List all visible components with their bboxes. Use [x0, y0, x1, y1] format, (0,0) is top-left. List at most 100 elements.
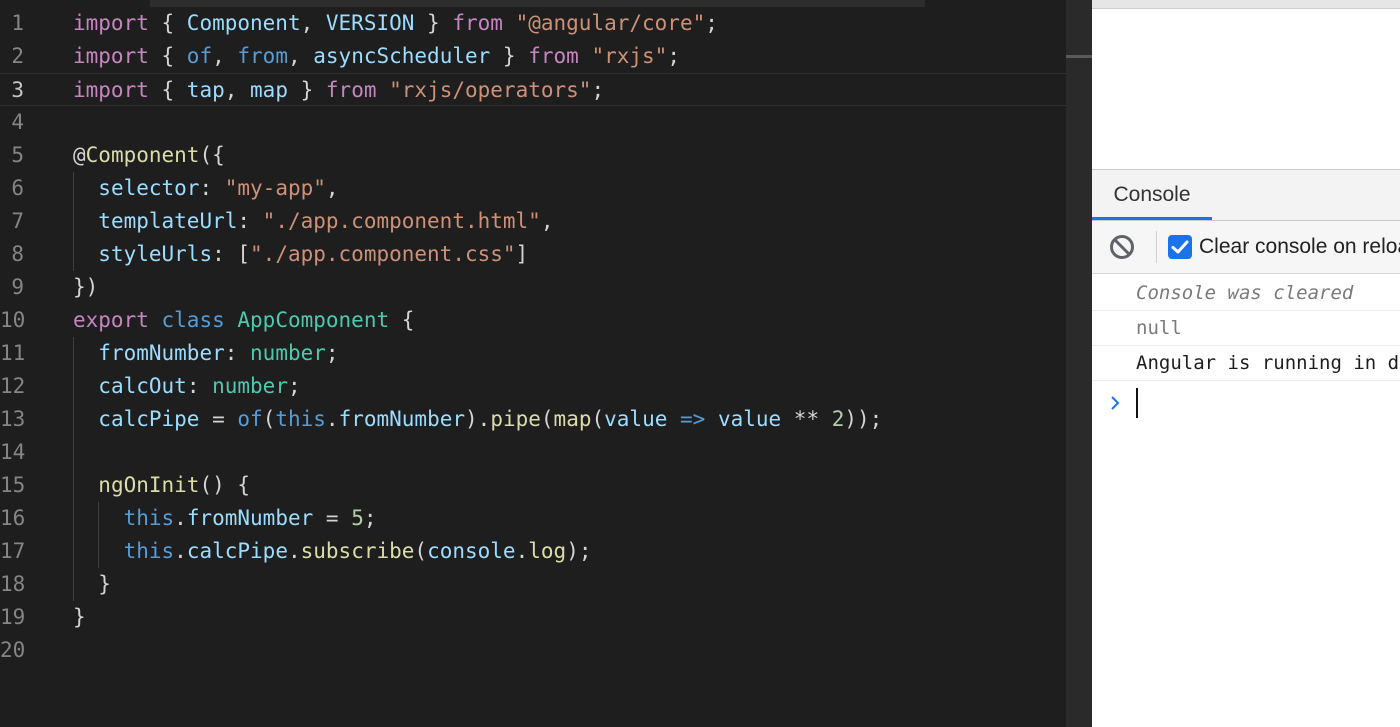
- code-token: "rxjs": [591, 44, 668, 68]
- code-line[interactable]: 14: [0, 436, 1066, 469]
- code-token: :: [224, 341, 251, 365]
- code-token: fromNumber: [186, 506, 314, 530]
- code-text: calcOut: number;: [73, 370, 300, 403]
- devtools-tab-bar: Console: [1092, 169, 1400, 221]
- code-line[interactable]: 18 }: [0, 568, 1066, 601]
- indent-guide: [73, 337, 74, 601]
- code-line[interactable]: 19}: [0, 601, 1066, 634]
- code-token: .: [287, 539, 301, 563]
- code-line[interactable]: 5 @Component({: [0, 139, 1066, 172]
- code-token: () {: [199, 473, 251, 497]
- code-token: "./app.component.css": [250, 242, 516, 266]
- line-number: 17: [0, 539, 26, 563]
- code-token: (: [262, 407, 276, 431]
- code-token: =: [199, 407, 238, 431]
- console-prompt: [1106, 388, 1126, 418]
- code-line[interactable]: 2 import { of, from, asyncScheduler } fro…: [0, 40, 1066, 73]
- code-token: :: [186, 374, 213, 398]
- code-line[interactable]: 7 templateUrl: "./app.component.html",: [0, 205, 1066, 238]
- code-token: this: [123, 506, 175, 530]
- code-token: ;: [363, 506, 377, 530]
- code-token: fromNumber: [98, 341, 225, 365]
- code-line[interactable]: 9}): [0, 271, 1066, 304]
- console-message-angular: Angular is running in development mode. …: [1092, 346, 1400, 381]
- code-line[interactable]: 6 selector: "my-app",: [0, 172, 1066, 205]
- code-token: **: [781, 407, 832, 431]
- devtools-top-strip: [1092, 0, 1400, 9]
- code-line[interactable]: 11 fromNumber: number;: [0, 337, 1066, 370]
- code-token: Component: [186, 11, 301, 35]
- code-token: (: [540, 407, 554, 431]
- line-number: 20: [0, 638, 26, 662]
- code-token: from: [452, 11, 503, 35]
- code-text: selector: "my-app",: [73, 172, 339, 205]
- code-token: "my-app": [224, 176, 326, 200]
- code-text: styleUrls: ["./app.component.css"]: [73, 238, 528, 271]
- code-token: =: [313, 506, 352, 530]
- console-input[interactable]: [1136, 388, 1138, 418]
- code-token: ,: [325, 176, 339, 200]
- code-line[interactable]: 10 export class AppComponent {: [0, 304, 1066, 337]
- code-token: of: [186, 44, 213, 68]
- clear-console-button[interactable]: [1108, 233, 1136, 261]
- code-token: styleUrls: [98, 242, 213, 266]
- code-line[interactable]: 4: [0, 106, 1066, 139]
- code-token: "@angular/core": [515, 11, 706, 35]
- code-text: this.fromNumber = 5;: [73, 502, 377, 535]
- code-line[interactable]: 1 import { Component, VERSION } from "@an…: [0, 7, 1066, 40]
- code-token: @: [73, 143, 86, 167]
- line-number: 12: [0, 374, 26, 398]
- line-number: 8: [11, 242, 24, 266]
- code-token: {: [148, 44, 187, 68]
- code-token: }: [414, 11, 453, 35]
- code-token: import: [73, 44, 149, 68]
- code-token: value: [604, 407, 668, 431]
- code-token: (: [414, 539, 428, 563]
- block-icon: [1110, 235, 1134, 259]
- code-token: ).: [465, 407, 491, 431]
- code-line[interactable]: 13 calcPipe = of(this.fromNumber).pipe(m…: [0, 403, 1066, 436]
- editor-scrollbar[interactable]: [1066, 0, 1092, 727]
- code-token: asyncScheduler: [313, 44, 491, 68]
- code-line[interactable]: 17 this.calcPipe.subscribe(console.log);: [0, 535, 1066, 568]
- line-number: 16: [0, 506, 26, 530]
- code-token: 5: [351, 506, 364, 530]
- code-editor[interactable]: 1 import { Component, VERSION } from "@an…: [0, 0, 1066, 727]
- code-token: calcPipe: [98, 407, 200, 431]
- code-token: map: [250, 78, 288, 102]
- code-token: ]: [515, 242, 529, 266]
- code-line[interactable]: 8 styleUrls: ["./app.component.css"]: [0, 238, 1066, 271]
- code-token: map: [553, 407, 592, 431]
- code-token: :: [199, 176, 225, 200]
- code-line[interactable]: 12 calcOut: number;: [0, 370, 1066, 403]
- code-token: selector: [98, 176, 200, 200]
- line-number: 9: [11, 275, 24, 299]
- clear-on-reload-label[interactable]: Clear console on reload: [1199, 233, 1400, 261]
- code-token: ngOnInit: [98, 473, 200, 497]
- code-token: }): [73, 275, 99, 299]
- code-token: class: [161, 308, 225, 332]
- code-text: @Component({: [73, 139, 225, 172]
- console-toolbar: Clear console on reload: [1092, 221, 1400, 274]
- code-token: ,: [540, 209, 554, 233]
- code-token: .: [515, 539, 529, 563]
- code-token: ;: [667, 44, 680, 68]
- tab-console[interactable]: Console: [1092, 170, 1212, 220]
- code-token: Component: [85, 143, 200, 167]
- code-token: AppComponent: [237, 308, 390, 332]
- clear-on-reload-checkbox[interactable]: [1168, 235, 1192, 259]
- code-token: ));: [844, 407, 883, 431]
- code-line[interactable]: 20: [0, 634, 1066, 667]
- code-line[interactable]: 16 this.fromNumber = 5;: [0, 502, 1066, 535]
- code-line[interactable]: 3 import { tap, map } from "rxjs/operator…: [0, 73, 1066, 106]
- code-token: this: [275, 407, 326, 431]
- code-token: .: [174, 539, 187, 563]
- code-text: fromNumber: number;: [73, 337, 338, 370]
- code-line[interactable]: 15 ngOnInit() {: [0, 469, 1066, 502]
